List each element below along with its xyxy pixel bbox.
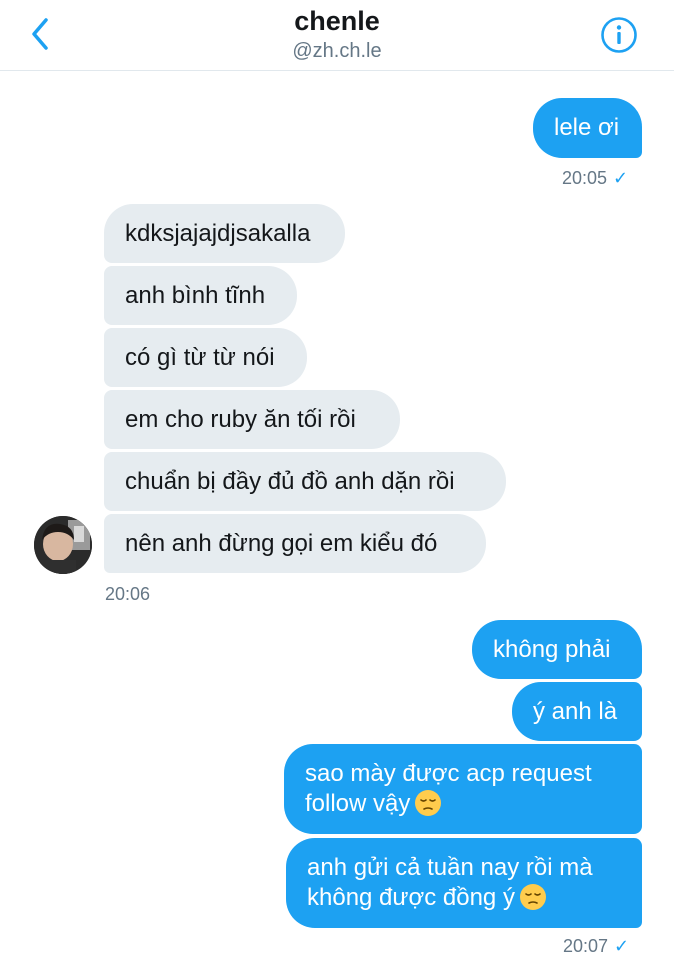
message-text: kdksjajajdjsakalla [125,220,311,247]
message-bubble-outgoing[interactable]: anh gửi cả tuần nay rồi mà không được đồ… [286,838,642,928]
read-check-icon: ✓ [613,168,629,188]
message-bubble-outgoing[interactable]: sao mày được acp request follow vậy [284,744,642,834]
message-bubble-outgoing[interactable]: lele ơi [533,98,642,158]
message-timestamp: 20:06 [105,584,150,605]
message-text-line-with-emoji: không được đồng ý [307,883,621,913]
message-text: anh bình tĩnh [125,282,266,309]
avatar-image [34,516,92,574]
message-text: em cho ruby ăn tối rồi [125,406,356,433]
message-timestamp: 20:07 ✓ [563,936,629,957]
conversation-handle: @zh.ch.le [292,40,382,62]
timestamp-text: 20:07 [563,936,609,956]
message-text: ý anh là [533,698,618,725]
message-bubble-incoming[interactable]: nên anh đừng gọi em kiểu đó [104,514,486,573]
message-text: không được đồng ý [307,884,515,911]
message-text-line: sao mày được acp request [305,760,592,787]
timestamp-text: 20:06 [105,584,151,604]
read-check-icon: ✓ [614,936,630,956]
message-bubble-outgoing[interactable]: ý anh là [512,682,642,741]
message-bubble-incoming[interactable]: có gì từ từ nói [104,328,307,387]
pensive-face-icon [415,790,442,816]
message-timestamp: 20:05 ✓ [562,168,628,189]
message-bubble-incoming[interactable]: anh bình tĩnh [104,266,297,325]
info-button[interactable] [600,16,638,54]
message-text: có gì từ từ nói [125,344,275,371]
conversation-title[interactable]: chenle [0,6,674,37]
message-text: nên anh đừng gọi em kiểu đó [125,530,438,557]
avatar[interactable] [34,516,92,574]
message-text: chuẩn bị đầy đủ đồ anh dặn rồi [125,468,455,495]
message-text: lele ơi [554,114,620,141]
message-bubble-incoming[interactable]: chuẩn bị đầy đủ đồ anh dặn rồi [104,452,506,511]
conversation-header: chenle @zh.ch.le [0,0,674,71]
message-text: không phải [493,636,611,663]
message-text-line: anh gửi cả tuần nay rồi mà [307,854,593,881]
message-text-line-with-emoji: follow vậy [305,789,621,819]
message-bubble-incoming[interactable]: em cho ruby ăn tối rồi [104,390,400,449]
pensive-face-icon [519,884,546,910]
timestamp-text: 20:05 [562,168,608,188]
message-bubble-incoming[interactable]: kdksjajajdjsakalla [104,204,345,263]
info-icon [601,17,637,53]
message-bubble-outgoing[interactable]: không phải [472,620,642,679]
message-text: follow vậy [305,790,411,817]
